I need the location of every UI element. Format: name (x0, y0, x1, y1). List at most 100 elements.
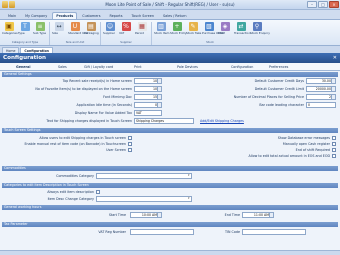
tin-code-label: TIN Code (225, 230, 240, 234)
stock-entry-button[interactable]: + Stock Entry (170, 22, 187, 35)
tab-touch-screen[interactable]: Touch Screen (128, 12, 158, 19)
stock-take-button[interactable]: ✎ Stock Take (186, 22, 201, 35)
sub-type-button[interactable]: ≡ Sub Type (33, 22, 47, 35)
tab-products[interactable]: Products (52, 12, 78, 19)
order-icon: ▧ (204, 22, 214, 31)
tab-gift-loyalty[interactable]: Gift / Loyalty card (84, 65, 113, 69)
end-time-label: End Time (224, 213, 240, 217)
title-bar: Moon Lite Point of Sale / Shift - Regula… (0, 0, 340, 10)
box-icon: ▤ (86, 22, 96, 31)
close-icon[interactable]: × (329, 1, 339, 8)
end-shift-checkbox[interactable] (332, 148, 336, 152)
stock-enquiry-button[interactable]: ⚲ Stock Enquiry (250, 22, 270, 35)
add-edit-shipping-link[interactable]: Add/Edit Shipping Charges (200, 119, 244, 123)
percent-icon: % (121, 22, 131, 31)
purchase-order-button[interactable]: ▧ Purchase Order (202, 22, 224, 35)
section-touch-screen: Touch Screen Settings (2, 128, 338, 133)
show-db-errors-label: Show Database error messages (277, 136, 330, 140)
ribbon-separator (49, 22, 50, 45)
bar-code-input[interactable]: 0 (306, 102, 336, 108)
transaction-icon: ⇄ (236, 22, 246, 31)
always-edit-label: Always edit item description (47, 190, 94, 194)
commodities-category-select[interactable] (96, 173, 192, 179)
start-time-input[interactable]: 10:00 AM (130, 212, 162, 218)
manual-open-label: Manually open Cash register (282, 142, 330, 146)
type-icon: T (20, 22, 30, 31)
no-favorite-input[interactable]: 10 (134, 86, 162, 92)
group-label: Stock (206, 40, 214, 44)
tab-general[interactable]: General (16, 65, 31, 69)
user-screen-label: User Screen (106, 148, 126, 152)
vat-reg-input[interactable] (130, 229, 194, 235)
allow-edit-total-label: Allow to edit total actual amount in EOS… (248, 154, 330, 158)
app-idle-label: Application Idle time (in Seconds) (76, 103, 133, 107)
font-size-label: Font Mimimg Doc (103, 95, 132, 99)
tab-sales-return[interactable]: Sales / Return (159, 12, 191, 19)
search-icon: ⚲ (252, 22, 262, 31)
credit-limit-input[interactable]: 20000.00 (306, 86, 336, 92)
transaction-button[interactable]: ⇄ Transaction (234, 22, 251, 35)
minimize-icon[interactable]: – (307, 1, 317, 8)
stock-item-button[interactable]: ▥ Stock Item (154, 22, 170, 35)
show-db-errors-checkbox[interactable] (332, 136, 336, 140)
window-controls: – □ × (307, 1, 339, 8)
document-tabs: Home Configuration (0, 46, 340, 53)
end-time-input[interactable]: 11:00 AM (242, 212, 274, 218)
tab-sales[interactable]: Sales (58, 65, 67, 69)
bom-button[interactable]: ◈ BOM (218, 22, 232, 35)
app-idle-input[interactable]: 0 (134, 102, 162, 108)
tab-print[interactable]: Print (134, 65, 142, 69)
ruler-icon: ↔ (54, 22, 64, 31)
display-name-vat-label: Display Name For Value Added Tax (74, 111, 132, 115)
maximize-icon[interactable]: □ (318, 1, 328, 8)
size-button[interactable]: ↔ Size (52, 22, 66, 35)
no-favorite-label: No of Favorite Item(s) to be displayed o… (35, 87, 132, 91)
tab-my-company[interactable]: My Company (21, 12, 51, 19)
section-general-settings: General Settings (2, 72, 338, 77)
window-title: Moon Lite Point of Sale / Shift - Regula… (105, 2, 235, 7)
ribbon-separator (151, 22, 152, 45)
user-screen-checkbox[interactable] (128, 148, 132, 152)
ribbon-separator (100, 22, 101, 45)
manual-open-checkbox[interactable] (332, 142, 336, 146)
type-button[interactable]: T Type (18, 22, 32, 35)
enable-manual-checkbox[interactable] (128, 142, 132, 146)
font-size-input[interactable]: 15 (134, 94, 162, 100)
section-working-hours: General working hours (2, 205, 338, 210)
supplier-button[interactable]: ☺ Supplier (103, 22, 117, 35)
top-recent-input[interactable]: 10 (134, 78, 162, 84)
tab-main[interactable]: Main (4, 12, 20, 19)
section-commodities: Commodities (2, 166, 338, 171)
always-edit-checkbox[interactable] (96, 190, 100, 194)
packaging-button[interactable]: ▤ Packaging (84, 22, 99, 35)
tab-configuration[interactable]: Configuration (231, 65, 253, 69)
categories-button[interactable]: ▣ Categories (2, 22, 18, 35)
calendar-icon: ▦ (137, 22, 147, 31)
section-categories: Categories to edit item Description in T… (2, 183, 338, 188)
tab-pole-devices[interactable]: Pole Devices (177, 65, 198, 69)
period-button[interactable]: ▦ Period (135, 22, 149, 35)
decimal-places-label: Number of Decimal Places for Selling Pri… (233, 95, 304, 99)
tab-reports[interactable]: Reports (105, 12, 126, 19)
allow-edit-total-checkbox[interactable] (332, 154, 336, 158)
credit-days-input[interactable]: 30.00 (306, 78, 336, 84)
section-tax: Tax Parameter (2, 222, 338, 227)
tab-preferences[interactable]: Preferences (269, 65, 288, 69)
close-icon[interactable]: ✕ (333, 53, 337, 63)
allow-edit-shipping-checkbox[interactable] (128, 136, 132, 140)
vat-button[interactable]: % VAT (119, 22, 133, 35)
item-desc-category-label: Item Desc Change Category (47, 197, 94, 201)
enable-manual-label: Enable manual rest of item code (on Barc… (24, 142, 126, 146)
item-desc-category-select[interactable] (96, 196, 192, 202)
text-shipping-input[interactable]: Shipping Charges (134, 118, 194, 124)
bar-code-label: Bar code leading character (259, 103, 304, 107)
config-tabs: General Sales Gift / Loyalty card Print … (0, 63, 340, 71)
page-header: Configuration ✕ (0, 53, 340, 63)
standard-unit-button[interactable]: U Standard Unit (68, 22, 88, 35)
display-name-vat-input[interactable]: VAT (134, 110, 162, 116)
group-label: Supplier (120, 40, 132, 44)
stock-item-icon: ▥ (156, 22, 166, 31)
decimal-places-input[interactable]: 2 (306, 94, 336, 100)
tab-customers[interactable]: Customers (78, 12, 104, 19)
tin-code-input[interactable] (242, 229, 306, 235)
